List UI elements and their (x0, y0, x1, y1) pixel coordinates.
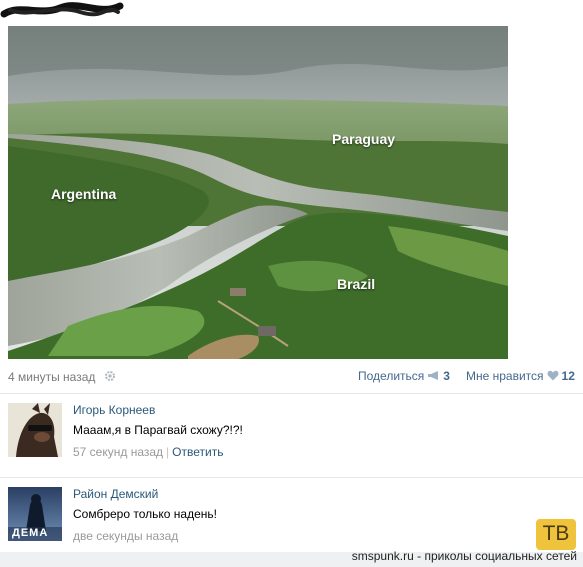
divider (0, 477, 583, 478)
tb-logo-text: ТВ (542, 522, 570, 545)
redacted-name-scribble (0, 2, 124, 18)
comment-meta: 57 секунд назад | Ответить (73, 445, 223, 459)
comment-time[interactable]: две секунды назад (73, 529, 178, 543)
gear-icon[interactable] (104, 370, 116, 382)
avatar[interactable] (8, 403, 62, 457)
meta-separator: | (166, 445, 170, 459)
tb-logo: ТВ (536, 519, 576, 550)
photo-label-paraguay: Paraguay (332, 131, 396, 147)
share-button[interactable]: Поделиться 3 (358, 369, 450, 383)
share-label: Поделиться (358, 369, 425, 383)
comment-time[interactable]: 57 секунд назад (73, 445, 163, 459)
like-button[interactable]: Мне нравится 12 (466, 369, 575, 383)
avatar-caption: ДЕМА (12, 527, 49, 539)
like-label: Мне нравится (466, 369, 544, 383)
photo-label-argentina: Argentina (51, 186, 117, 202)
like-count: 12 (561, 369, 575, 383)
post-meta-row: 4 минуты назад Поделиться 3 Мне нравится 1… (8, 366, 580, 386)
reply-button[interactable]: Ответить (172, 445, 223, 459)
megaphone-icon (428, 371, 439, 380)
photo-label-brazil: Brazil (337, 276, 376, 292)
comment-item: Игорь Корнеев Мааам,я в Парагвай схожу?!… (8, 403, 578, 465)
comment-item: ДЕМА Район Демский Сомбреро только наден… (8, 487, 578, 549)
heart-icon (547, 370, 559, 381)
watermark-text: smspunk.ru - приколы социальных сетей (351, 549, 577, 563)
post-time[interactable]: 4 минуты назад (8, 370, 95, 384)
comment-text: Мааам,я в Парагвай схожу?!?! (73, 423, 243, 437)
comment-author[interactable]: Район Демский (73, 487, 158, 501)
divider (0, 393, 583, 394)
comment-author[interactable]: Игорь Корнеев (73, 403, 155, 417)
comment-text: Сомбреро только надень! (73, 507, 217, 521)
share-count: 3 (443, 369, 450, 383)
